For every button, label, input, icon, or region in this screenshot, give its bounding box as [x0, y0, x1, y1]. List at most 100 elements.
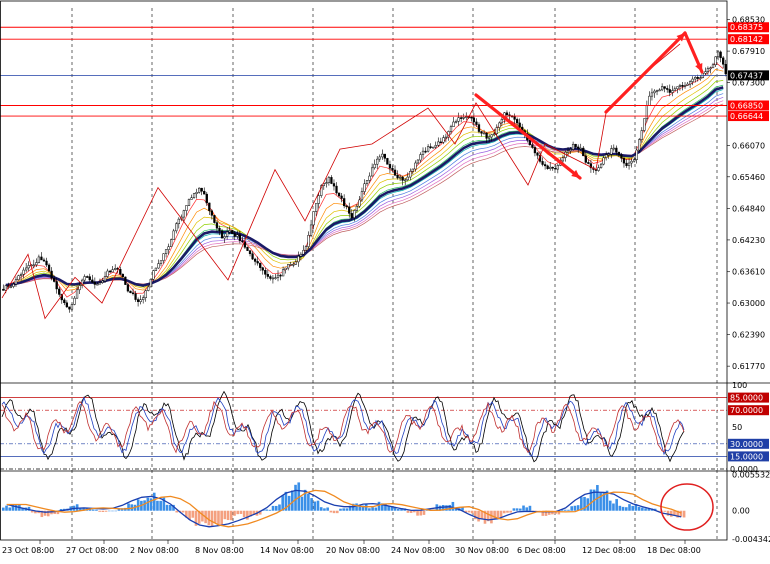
macd-histogram-bar: [239, 510, 243, 514]
candle-body: [144, 290, 147, 298]
candle-body: [73, 297, 76, 305]
candle-body: [472, 117, 476, 123]
candle-body: [533, 147, 537, 154]
candle-body: [101, 280, 104, 283]
candle-body: [75, 289, 79, 299]
candle-body: [45, 260, 48, 266]
macd-histogram-bar: [499, 510, 503, 518]
candle-body: [444, 136, 448, 139]
time-axis-tick: 6 Dec 08:00: [517, 546, 566, 555]
macd-histogram-bar: [345, 508, 349, 511]
macd-histogram-bar: [641, 507, 644, 511]
candle-body: [355, 205, 359, 211]
candle-body: [330, 177, 333, 184]
candle-body: [134, 293, 137, 300]
candle-body: [162, 253, 165, 261]
macd-histogram-bar: [5, 505, 8, 511]
candle-body: [711, 64, 715, 69]
macd-histogram-bar: [156, 500, 159, 511]
price-axis-tick: 0.66070: [732, 142, 765, 151]
macd-histogram-bar: [422, 510, 426, 515]
macd-histogram-bar: [339, 508, 342, 511]
macd-histogram-bar: [509, 510, 512, 513]
candle-body: [569, 149, 572, 152]
time-axis-tick: 23 Oct 08:00: [2, 546, 54, 555]
candle-body: [368, 175, 371, 181]
candle-body: [668, 89, 671, 93]
candle-body: [602, 157, 605, 165]
candle-body: [124, 276, 127, 285]
oscillator-level-label: 30.0000: [730, 440, 763, 449]
macd-histogram-bar: [663, 510, 667, 512]
candle-body: [192, 193, 196, 198]
price-axis-tick: 0.68530: [732, 15, 765, 24]
candle-body: [365, 180, 369, 185]
candle-body: [325, 182, 328, 184]
candle-body: [215, 222, 219, 229]
macd-histogram-bar: [377, 501, 381, 511]
candle-body: [381, 153, 384, 158]
macd-axis-tick: 0.00: [732, 507, 750, 516]
macd-histogram-bar: [104, 510, 108, 512]
candle-body: [12, 283, 15, 287]
candle-body: [119, 269, 122, 275]
candle-body: [159, 260, 163, 264]
candle-body: [449, 126, 453, 132]
macd-histogram-bar: [114, 510, 118, 512]
macd-histogram-bar: [682, 510, 686, 518]
price-chart-svg[interactable]: 0.683750.681420.674370.668500.66644 85.0…: [0, 0, 770, 560]
macd-histogram-bar: [91, 509, 95, 511]
candle-body: [195, 192, 198, 194]
macd-histogram-bar: [127, 503, 130, 511]
candle-body: [223, 236, 226, 239]
candle-body: [126, 284, 130, 292]
macd-histogram-bar: [319, 507, 323, 511]
candle-body: [279, 274, 282, 277]
macd-histogram-bar: [570, 506, 574, 511]
candle-body: [25, 267, 28, 271]
candle-body: [259, 262, 262, 268]
candle-body: [597, 167, 600, 171]
candle-body: [276, 274, 280, 278]
candle-body: [315, 203, 318, 212]
candle-body: [660, 86, 664, 91]
candle-body: [671, 90, 674, 93]
candle-body: [495, 127, 498, 134]
candle-body: [699, 77, 702, 79]
macd-axis-tick: 0.00553256: [732, 471, 770, 480]
candle-body: [27, 265, 30, 269]
oscillator-axis-tick: 100: [732, 381, 747, 390]
macd-histogram-bar: [467, 510, 471, 513]
candle-body: [633, 159, 636, 162]
macd-histogram-bar: [136, 499, 140, 511]
candle-body: [172, 230, 175, 240]
candle-body: [50, 270, 53, 279]
macd-histogram-bar: [323, 508, 326, 511]
candle-body: [676, 86, 679, 90]
candle-body: [205, 193, 208, 204]
macd-histogram-bar: [477, 510, 480, 522]
macd-histogram-bar: [210, 510, 214, 527]
price-axis-tick: 0.61770: [732, 362, 765, 371]
candle-body: [302, 250, 305, 255]
time-axis-tick: 8 Nov 08:00: [195, 546, 244, 555]
candle-body: [157, 263, 160, 269]
candle-body: [106, 270, 109, 277]
candle-body: [164, 249, 168, 254]
time-axis-tick: 12 Dec 08:00: [582, 546, 636, 555]
candle-body: [411, 168, 414, 172]
candle-body: [40, 256, 43, 261]
candle-body: [587, 162, 590, 164]
candle-body: [370, 167, 374, 177]
macd-histogram-bar: [291, 490, 294, 511]
candle-body: [543, 164, 547, 167]
candle-body: [190, 197, 193, 200]
candle-body: [167, 246, 170, 250]
macd-histogram-bar: [268, 509, 272, 511]
candle-body: [9, 286, 13, 288]
macd-histogram-bar: [631, 505, 635, 511]
macd-histogram-bar: [329, 510, 333, 513]
macd-histogram-bar: [265, 509, 268, 511]
candle-body: [432, 146, 435, 149]
candle-body: [719, 51, 722, 59]
